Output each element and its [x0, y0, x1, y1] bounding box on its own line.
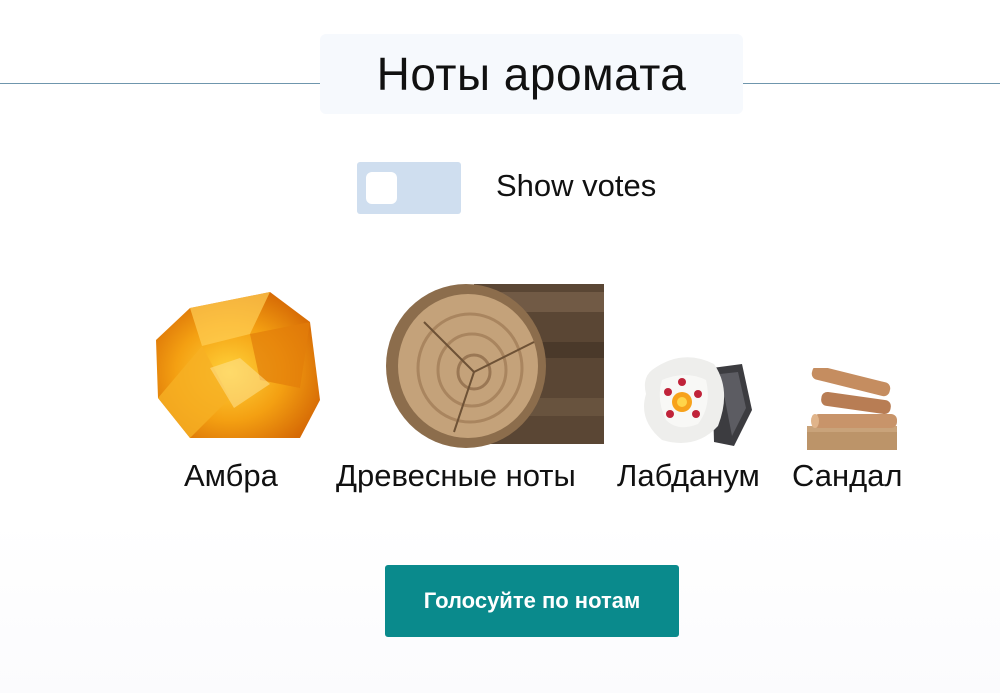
note-labdanum[interactable]: Лабданум	[617, 350, 777, 498]
toggle-knob	[366, 172, 397, 204]
amber-stone-icon	[156, 292, 320, 438]
note-name: Древесные ноты	[336, 458, 576, 493]
note-name: Амбра	[184, 458, 278, 493]
show-votes-label: Show votes	[496, 168, 657, 203]
wood-log-icon	[386, 284, 604, 448]
show-votes-toggle[interactable]	[357, 162, 461, 214]
sandalwood-sticks-icon	[807, 368, 897, 450]
note-name: Сандал	[792, 458, 903, 493]
note-name: Лабданум	[617, 458, 760, 493]
note-woody[interactable]: Древесные ноты	[336, 282, 606, 498]
note-amber[interactable]: Амбра	[150, 288, 322, 498]
note-sandalwood[interactable]: Сандал	[790, 368, 920, 498]
section-title: Ноты аромата	[376, 48, 687, 100]
vote-notes-button[interactable]: Голосуйте по нотам	[385, 565, 679, 637]
labdanum-flower-icon	[644, 357, 752, 446]
section-title-box: Ноты аромата	[320, 34, 743, 114]
